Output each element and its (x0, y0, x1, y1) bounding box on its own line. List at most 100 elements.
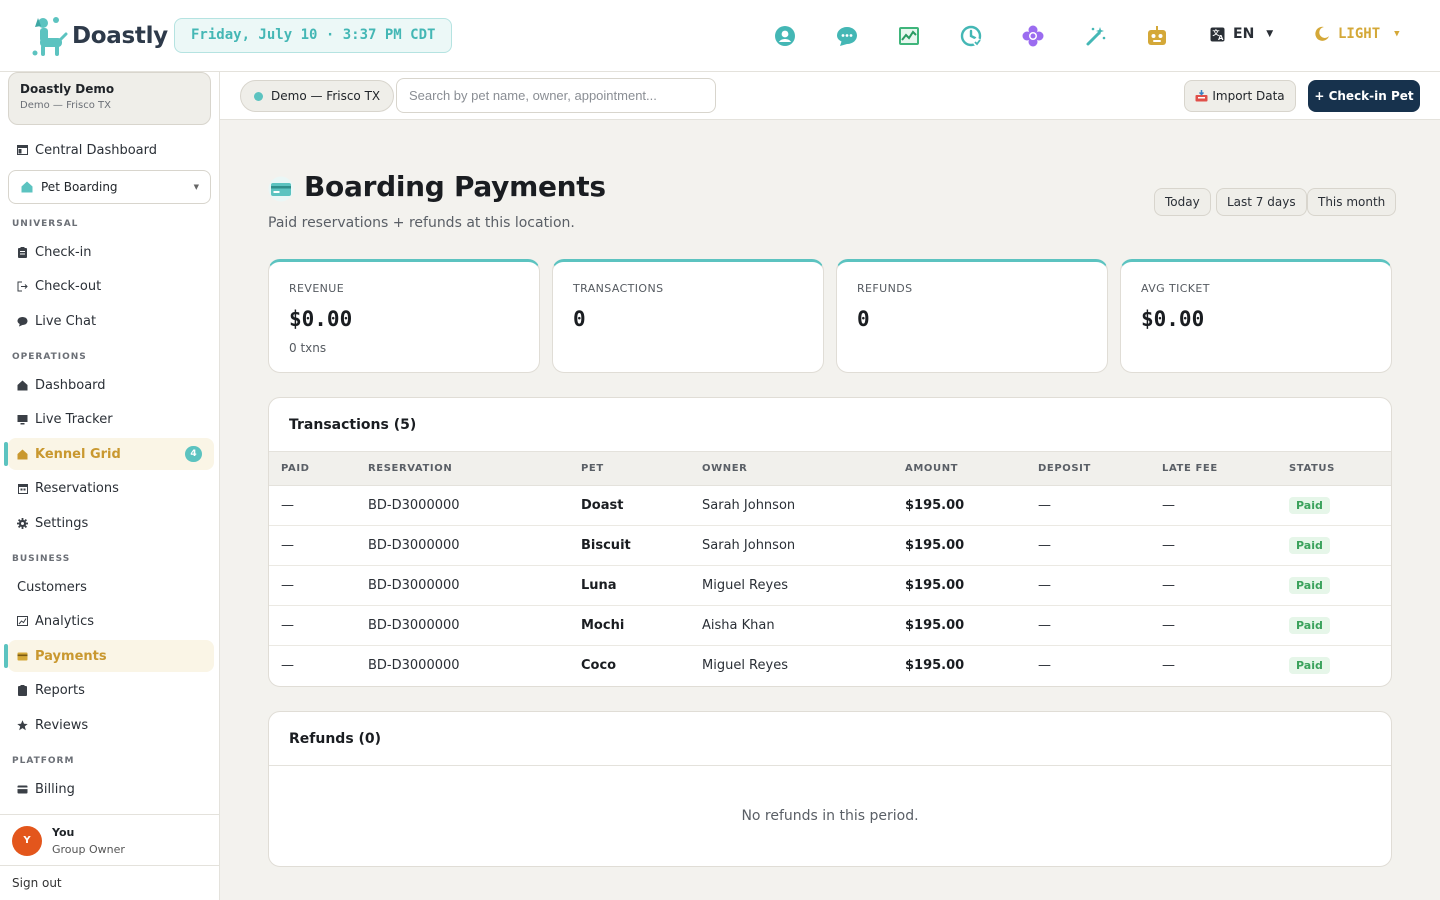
avatar: Y (12, 825, 42, 856)
search-input[interactable] (396, 78, 716, 113)
column-header[interactable]: OWNER (690, 452, 893, 486)
table-row[interactable]: — BD-D3000000 Mochi Aisha Khan $195.00 —… (269, 605, 1391, 646)
import-data-label: Import Data (1212, 89, 1285, 103)
robot-icon[interactable] (1144, 23, 1170, 49)
transactions-card: Transactions (5) PAID RESERVATION PET OW… (268, 397, 1392, 687)
reservation-cell: BD-D3000000 (356, 485, 569, 526)
stat-card-revenue: REVENUE $0.00 0 txns (268, 259, 540, 373)
refunds-title: Refunds (0) (269, 712, 1391, 766)
support-icon[interactable] (772, 23, 798, 49)
late-fee-cell: — (1150, 565, 1277, 606)
range-last-7-days-button[interactable]: Last 7 days (1216, 188, 1307, 216)
sidebar-item-reviews[interactable]: Reviews (8, 709, 214, 741)
column-header[interactable]: PET (569, 452, 690, 486)
chevron-down-icon: ▼ (193, 183, 199, 191)
paid-cell: — (269, 485, 356, 526)
user-profile[interactable]: Y You Group Owner (0, 814, 219, 866)
reservation-cell: BD-D3000000 (356, 605, 569, 646)
table-row[interactable]: — BD-D3000000 Luna Miguel Reyes $195.00 … (269, 565, 1391, 606)
tenant-switcher[interactable]: Doastly Demo Demo — Frisco TX (8, 72, 211, 125)
sidebar-item-label: Dashboard (35, 377, 106, 393)
sign-out-link[interactable]: Sign out (0, 865, 219, 900)
moon-icon (1315, 26, 1329, 41)
stat-value: 0 (857, 307, 870, 331)
sidebar-item-settings[interactable]: Settings (8, 507, 214, 539)
sidebar-item-dashboard[interactable]: Dashboard (8, 369, 214, 401)
check-in-pet-button[interactable]: + Check-in Pet (1308, 80, 1420, 112)
column-header[interactable]: LATE FEE (1150, 452, 1277, 486)
pet-cell: Luna (569, 565, 690, 606)
amount-cell: $195.00 (893, 485, 1026, 526)
column-header[interactable]: RESERVATION (356, 452, 569, 486)
column-header[interactable]: DEPOSIT (1026, 452, 1150, 486)
brand-name: Doastly (72, 23, 168, 49)
sidebar-item-live-tracker[interactable]: Live Tracker (8, 403, 214, 435)
user-role: Group Owner (52, 842, 125, 856)
translate-icon: 文A (1210, 27, 1225, 42)
status-cell: Paid (1277, 605, 1391, 646)
sidebar-item-label: Customers (17, 579, 87, 595)
sidebar-item-analytics[interactable]: Analytics (8, 605, 214, 637)
amount-cell: $195.00 (893, 605, 1026, 646)
section-label-universal: UNIVERSAL (12, 219, 79, 229)
location-switcher[interactable]: Demo — Frisco TX (240, 80, 395, 112)
chevron-down-icon: ▼ (1394, 29, 1400, 39)
section-label-platform: PLATFORM (12, 756, 75, 766)
status-badge: Paid (1289, 496, 1330, 514)
import-data-button[interactable]: Import Data (1184, 80, 1296, 112)
sidebar-item-billing[interactable]: Billing (8, 773, 214, 805)
table-row[interactable]: — BD-D3000000 Coco Miguel Reyes $195.00 … (269, 645, 1391, 685)
dog-logo-icon (32, 17, 68, 56)
stat-value: 0 (573, 307, 586, 331)
deposit-cell: — (1026, 605, 1150, 646)
vertical-select-value: Pet Boarding (41, 180, 118, 194)
table-row[interactable]: — BD-D3000000 Doast Sarah Johnson $195.0… (269, 485, 1391, 526)
paid-cell: — (269, 525, 356, 566)
calendar-icon (17, 483, 28, 494)
late-fee-cell: — (1150, 485, 1277, 526)
exit-icon (17, 281, 28, 292)
brand[interactable]: Doastly (30, 14, 168, 58)
status-dot (254, 91, 263, 101)
paid-cell: — (281, 657, 294, 673)
page-subtitle: Paid reservations + refunds at this loca… (268, 215, 575, 231)
chart-icon[interactable] (896, 23, 922, 49)
clipboard-icon (17, 246, 28, 258)
top-bar: Doastly Friday, July 10 · 3:37 PM CDT 文A… (0, 0, 1440, 72)
magic-wand-icon[interactable] (1083, 23, 1109, 49)
status-badge: Paid (1289, 536, 1330, 554)
sidebar-item-label: Settings (35, 515, 89, 531)
sidebar-item-live-chat[interactable]: Live Chat (8, 305, 214, 337)
transactions-title: Transactions (5) (269, 398, 1391, 452)
clock-icon[interactable] (958, 23, 984, 49)
sidebar-item-reservations[interactable]: Reservations (8, 472, 214, 504)
sidebar-item-payments[interactable]: Payments (4, 640, 214, 672)
sidebar-item-central-dashboard[interactable]: Central Dashboard (8, 134, 214, 166)
location-label: Demo — Frisco TX (271, 89, 381, 103)
column-header[interactable]: STATUS (1277, 452, 1391, 486)
sidebar-item-label: Live Chat (35, 313, 97, 329)
stat-card-refunds: REFUNDS 0 (836, 259, 1108, 373)
column-header[interactable]: AMOUNT (893, 452, 1026, 486)
vertical-select[interactable]: Pet Boarding ▼ (8, 170, 211, 204)
current-datetime: Friday, July 10 · 3:37 PM CDT (174, 18, 453, 53)
sidebar-item-checkout[interactable]: Check-out (8, 270, 214, 302)
flower-icon[interactable] (1020, 23, 1046, 49)
sidebar-item-kennel-grid[interactable]: Kennel Grid 4 (4, 438, 214, 470)
sidebar-item-checkin[interactable]: Check-in (8, 236, 214, 268)
sidebar-item-label: Reports (35, 682, 85, 698)
sidebar-item-reports[interactable]: Reports (8, 674, 214, 706)
range-today-button[interactable]: Today (1154, 188, 1211, 216)
paid-cell: — (269, 605, 356, 646)
range-this-month-button[interactable]: This month (1307, 188, 1397, 216)
table-row[interactable]: — BD-D3000000 Biscuit Sarah Johnson $195… (269, 525, 1391, 566)
column-header[interactable]: PAID (269, 452, 356, 486)
status-cell: Paid (1277, 645, 1391, 685)
sidebar-item-label: Kennel Grid (35, 446, 121, 462)
deposit-cell: — (1026, 485, 1150, 526)
language-select[interactable]: 文A EN ▼ (1210, 26, 1273, 42)
sidebar-item-customers[interactable]: Customers (8, 571, 214, 603)
chat-icon[interactable] (834, 23, 860, 49)
deposit-cell: — (1026, 565, 1150, 606)
theme-toggle[interactable]: LIGHT ▼ (1314, 26, 1400, 42)
